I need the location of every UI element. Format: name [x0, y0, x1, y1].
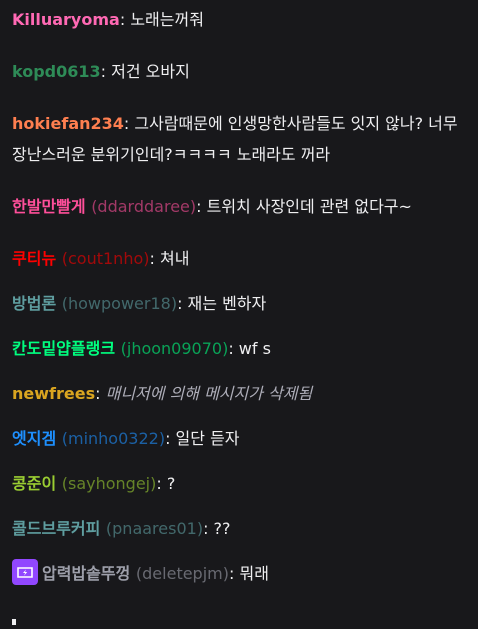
chat-message: 압력밥솥뚜껑 (deletepjm): 뭐래: [12, 558, 464, 589]
chat-username[interactable]: 엣지겜 (minho0322): [12, 429, 165, 448]
prime-badge-icon[interactable]: [12, 559, 38, 585]
chat-username[interactable]: newfrees: [12, 384, 95, 403]
colon: :: [120, 10, 130, 29]
chat-login: (sayhongej): [62, 474, 157, 493]
chat-username[interactable]: 압력밥솥뚜껑 (deletepjm): [42, 564, 229, 583]
chat-login: (howpower18): [62, 294, 177, 313]
chat-username[interactable]: 한발만빨게 (ddarddaree): [12, 197, 196, 216]
chat-message: 콜드브루커피 (pnaares01): ??: [12, 513, 464, 544]
chat-login: (pnaares01): [106, 519, 203, 538]
colon: :: [177, 294, 187, 313]
chat-message: 쿠티뉴 (cout1nho): 쳐내: [12, 243, 464, 274]
colon: :: [124, 114, 134, 133]
chat-username[interactable]: 방법론 (howpower18): [12, 294, 177, 313]
colon: :: [149, 249, 159, 268]
chat-message-text: 뭐래: [239, 564, 268, 583]
chat-message: hokiefan234: 그사람때문에 인생망한사람들도 잇지 않나? 너무 장…: [12, 108, 464, 170]
colon: :: [156, 474, 166, 493]
chat-message: 칸도밑얍플랭크 (jhoon09070): wf s: [12, 333, 464, 364]
scroll-indicator: [12, 619, 16, 625]
chat-message-text: 트위치 사장인데 관련 없다구~: [207, 197, 412, 216]
chat-message: newfrees: 매니저에 의해 메시지가 삭제됨: [12, 378, 464, 409]
chat-login: (cout1nho): [62, 249, 150, 268]
chat-message-text: 재는 벤하자: [188, 294, 267, 313]
chat-login: (minho0322): [62, 429, 165, 448]
chat-message-text: ??: [214, 519, 231, 538]
chat-username[interactable]: hokiefan234: [12, 114, 124, 133]
colon: :: [101, 62, 111, 81]
chat-message-text: 일단 듣자: [176, 429, 240, 448]
chat-message: Killuaryoma: 노래는꺼줘: [12, 4, 464, 35]
chat-log: Killuaryoma: 노래는꺼줘 kopd0613: 저건 오바지 hoki…: [0, 4, 478, 589]
chat-username[interactable]: 콩준이 (sayhongej): [12, 474, 156, 493]
chat-message-text: ?: [167, 474, 176, 493]
chat-message: 콩준이 (sayhongej): ?: [12, 468, 464, 499]
chat-username[interactable]: Killuaryoma: [12, 10, 120, 29]
deleted-message-notice: 매니저에 의해 메시지가 삭제됨: [106, 384, 313, 403]
chat-username[interactable]: 칸도밑얍플랭크 (jhoon09070): [12, 339, 228, 358]
chat-message: 한발만빨게 (ddarddaree): 트위치 사장인데 관련 없다구~: [12, 191, 464, 222]
chat-message-text: 노래는꺼줘: [130, 10, 204, 29]
chat-login: (deletepjm): [136, 564, 229, 583]
colon: :: [196, 197, 206, 216]
chat-message: 엣지겜 (minho0322): 일단 듣자: [12, 423, 464, 454]
chat-login: (ddarddaree): [91, 197, 196, 216]
chat-message-text: wf s: [239, 339, 271, 358]
chat-login: (jhoon09070): [121, 339, 229, 358]
chat-message: 방법론 (howpower18): 재는 벤하자: [12, 288, 464, 319]
colon: :: [229, 564, 239, 583]
chat-username[interactable]: 쿠티뉴 (cout1nho): [12, 249, 149, 268]
chat-username[interactable]: kopd0613: [12, 62, 101, 81]
colon: :: [228, 339, 238, 358]
colon: :: [165, 429, 175, 448]
colon: :: [95, 384, 105, 403]
chat-message-text: 저건 오바지: [111, 62, 190, 81]
chat-message-text: 쳐내: [160, 249, 189, 268]
chat-message: kopd0613: 저건 오바지: [12, 56, 464, 87]
colon: :: [203, 519, 213, 538]
chat-username[interactable]: 콜드브루커피 (pnaares01): [12, 519, 203, 538]
